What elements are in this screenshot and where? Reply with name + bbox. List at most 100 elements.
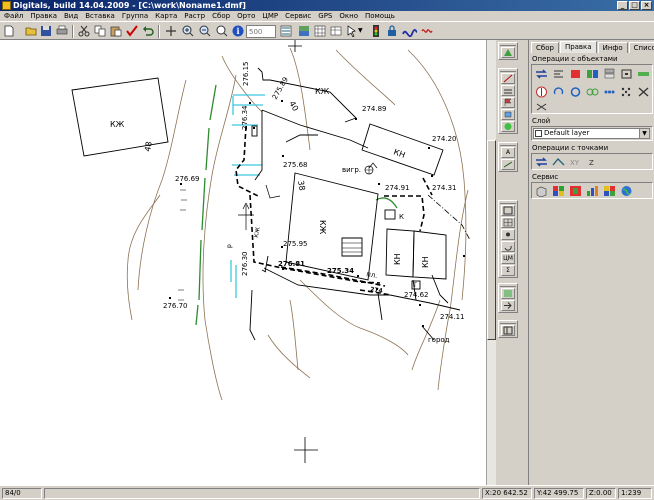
tab-edit[interactable]: Правка [559, 41, 597, 53]
fill-red-icon[interactable] [569, 68, 582, 80]
cube-icon[interactable] [535, 185, 548, 197]
circles-icon[interactable] [586, 86, 599, 98]
info-icon[interactable]: i [232, 25, 244, 37]
label-kn-b: КН [421, 256, 430, 268]
menu-map[interactable]: Карта [155, 11, 177, 21]
traffic-light-icon[interactable] [370, 25, 382, 37]
maximize-button[interactable]: □ [629, 1, 640, 10]
new-file-icon[interactable] [3, 25, 15, 37]
check-icon[interactable] [126, 25, 138, 37]
circle-tool-icon[interactable] [501, 121, 515, 132]
chevron-down-icon[interactable]: ▼ [639, 129, 649, 138]
paste-icon[interactable] [110, 25, 122, 37]
menu-view[interactable]: Вид [64, 11, 78, 21]
flag-tool-icon[interactable] [501, 97, 515, 108]
bar-icon[interactable] [586, 185, 599, 197]
rotate-tool-icon[interactable] [501, 241, 515, 252]
minimize-button[interactable]: _ [617, 1, 628, 10]
pattern-icon[interactable] [620, 86, 633, 98]
dem-tool-icon[interactable]: ЦМ [501, 253, 515, 264]
polygon-tool-icon[interactable] [501, 109, 515, 120]
zoom-window-icon[interactable] [216, 25, 228, 37]
arrow-tool-icon[interactable] [501, 300, 515, 311]
menu-group[interactable]: Группа [122, 11, 148, 21]
image-tool-icon[interactable] [501, 288, 515, 299]
stack-icon[interactable] [603, 68, 616, 80]
tool-group-1 [498, 42, 518, 60]
menu-gps[interactable]: GPS [318, 11, 332, 21]
layer-select-value: Default layer [544, 129, 590, 137]
line-tool-icon[interactable] [501, 85, 515, 96]
z-icon[interactable]: Z [586, 156, 599, 168]
globe-icon[interactable] [620, 185, 633, 197]
wave-icon[interactable] [421, 25, 433, 37]
menu-edit[interactable]: Правка [30, 11, 57, 21]
scale-input[interactable] [246, 25, 276, 38]
copy-icon[interactable] [94, 25, 106, 37]
cross-icon[interactable] [637, 86, 650, 98]
open-folder-icon[interactable] [25, 25, 37, 37]
lock-icon[interactable] [386, 25, 398, 37]
width-icon[interactable] [637, 68, 650, 80]
curve-icon[interactable] [402, 25, 418, 37]
label-kn-top: КН [392, 147, 406, 159]
sum-tool-icon[interactable]: Σ [501, 265, 515, 276]
mosaic-icon[interactable] [603, 185, 616, 197]
tab-info[interactable]: Инфо [597, 42, 628, 53]
title-bar: Digitals, build 14.04.2009 - [C:\work\No… [0, 0, 654, 11]
compass-icon[interactable] [535, 86, 548, 98]
layer-select[interactable]: Default layer ▼ [533, 128, 650, 139]
cut-icon[interactable] [78, 25, 90, 37]
grid-tool-icon[interactable] [501, 217, 515, 228]
tab-collect[interactable]: Сбор [531, 42, 559, 53]
select-arrow-icon[interactable] [346, 25, 358, 37]
xy-icon[interactable]: XY [569, 156, 582, 168]
zoom-out-icon[interactable] [199, 25, 211, 37]
align-icon[interactable] [552, 68, 565, 80]
measure-tool-icon[interactable] [501, 159, 515, 170]
table-icon[interactable] [330, 25, 342, 37]
dot-tool-icon[interactable] [501, 229, 515, 240]
tab-list[interactable]: Список [628, 42, 654, 53]
point-move-icon[interactable] [552, 156, 565, 168]
undo-icon[interactable] [142, 25, 154, 37]
close-button[interactable]: × [641, 1, 652, 10]
dots-icon[interactable] [603, 86, 616, 98]
rotate-icon[interactable] [552, 86, 565, 98]
menu-raster[interactable]: Растр [184, 11, 205, 21]
node-edit-icon[interactable] [620, 68, 633, 80]
scissors-icon[interactable] [535, 102, 548, 112]
menu-dem[interactable]: ЦМР [262, 11, 278, 21]
layer-checkbox[interactable] [535, 130, 542, 137]
pan-icon[interactable] [165, 25, 177, 37]
menu-collect[interactable]: Сбор [212, 11, 230, 21]
menu-window[interactable]: Окно [339, 11, 358, 21]
print-icon[interactable] [56, 25, 68, 37]
height-274-62: 274.62 [404, 291, 429, 299]
text-tool-icon[interactable]: A [501, 147, 515, 158]
panel-tool-icon[interactable] [501, 325, 515, 336]
point-swap-icon[interactable] [535, 156, 548, 168]
split-icon[interactable] [586, 68, 599, 80]
swap-arrows-icon[interactable] [535, 68, 548, 80]
vertical-scrollbar[interactable] [486, 40, 496, 485]
node-tool-icon[interactable] [501, 73, 515, 84]
menu-file[interactable]: Файл [4, 11, 23, 21]
ring-icon[interactable] [569, 86, 582, 98]
palette-icon[interactable] [552, 185, 565, 197]
chevron-down-icon[interactable]: ▼ [358, 25, 365, 37]
map-canvas[interactable]: КЖ 48 КЖ 40 КН КЖ 38 КН КН КЖ р вигр. К … [0, 40, 486, 485]
menu-help[interactable]: Помощь [365, 11, 395, 21]
color-grid-icon[interactable] [569, 185, 582, 197]
zoom-in-icon[interactable] [182, 25, 194, 37]
menu-insert[interactable]: Вставка [85, 11, 115, 21]
save-icon[interactable] [40, 25, 52, 37]
edit-tool-icon[interactable] [501, 205, 515, 216]
scroll-thumb[interactable] [487, 140, 496, 340]
menu-service[interactable]: Сервис [285, 11, 311, 21]
raster-icon[interactable] [298, 25, 310, 37]
triangle-tool-icon[interactable] [501, 47, 515, 58]
grid-icon[interactable] [314, 25, 326, 37]
menu-ortho[interactable]: Орто [237, 11, 255, 21]
layers-icon[interactable] [280, 25, 292, 37]
